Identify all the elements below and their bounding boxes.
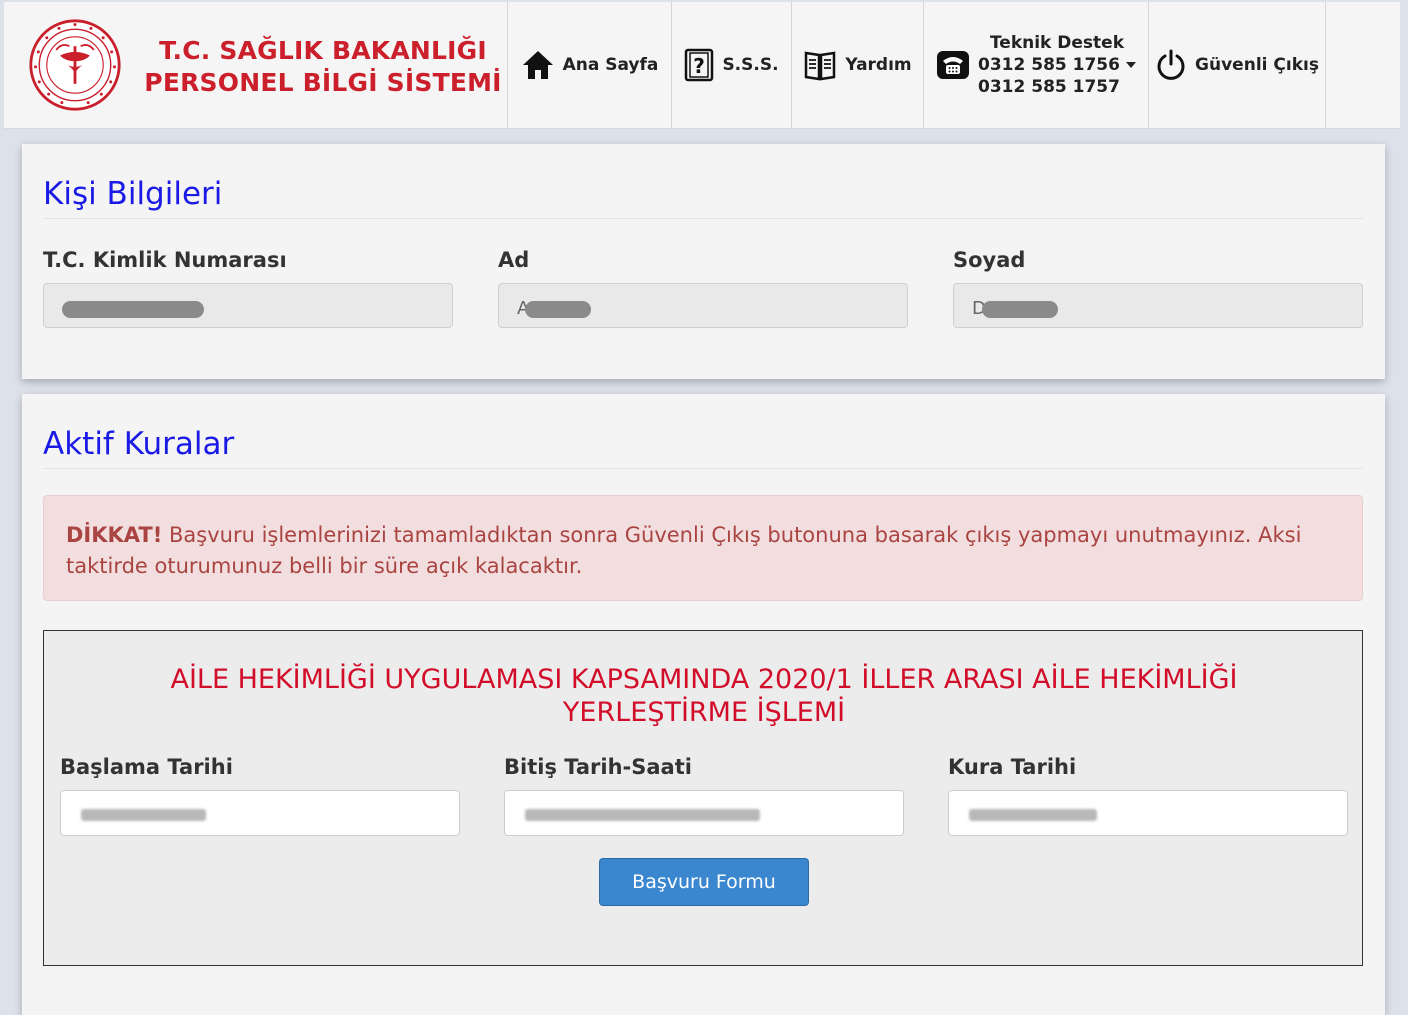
nav-logout[interactable]: Güvenli Çıkış bbox=[1148, 2, 1326, 128]
end-date-label: Bitiş Tarih-Saati bbox=[504, 755, 692, 779]
name-label: Ad bbox=[498, 248, 530, 272]
tech-support-text: Teknik Destek 0312 585 1756 0312 585 175… bbox=[978, 32, 1136, 98]
tc-label: T.C. Kimlik Numarası bbox=[43, 248, 287, 272]
tech-support-phone1-row: 0312 585 1756 bbox=[978, 54, 1136, 76]
end-date-field bbox=[504, 790, 904, 836]
draw-date-label: Kura Tarihi bbox=[948, 755, 1077, 779]
brand[interactable]: T.C. SAĞLIK BAKANLIĞI PERSONEL BİLGİ SİS… bbox=[4, 2, 507, 128]
person-panel: Kişi Bilgileri T.C. Kimlik Numarası Ad A… bbox=[22, 144, 1385, 379]
redaction-mark bbox=[62, 300, 204, 318]
nav-help[interactable]: Yardım bbox=[791, 2, 923, 128]
nav-help-label: Yardım bbox=[845, 55, 912, 75]
person-section-title: Kişi Bilgileri bbox=[43, 176, 1363, 219]
start-date-field bbox=[60, 790, 460, 836]
alert-strong: DİKKAT! bbox=[66, 523, 163, 547]
blurred-value bbox=[525, 808, 760, 821]
name-field: A bbox=[498, 283, 908, 328]
tc-field bbox=[43, 283, 453, 328]
tech-support-phone1: 0312 585 1756 bbox=[978, 55, 1120, 75]
nav-home-label: Ana Sayfa bbox=[562, 55, 659, 75]
nav-sss-label: S.S.S. bbox=[722, 55, 779, 75]
brand-title: T.C. SAĞLIK BAKANLIĞI PERSONEL BİLGİ SİS… bbox=[138, 35, 508, 99]
draw-date-field bbox=[948, 790, 1348, 836]
nav-home[interactable]: Ana Sayfa bbox=[507, 2, 671, 128]
nav-logout-label: Güvenli Çıkış bbox=[1195, 55, 1319, 75]
brand-title-line2: PERSONEL BİLGİ SİSTEMİ bbox=[144, 68, 502, 97]
chevron-down-icon bbox=[1125, 62, 1136, 68]
warning-alert: DİKKAT! Başvuru işlemlerinizi tamamladık… bbox=[43, 495, 1363, 601]
home-icon bbox=[521, 49, 555, 81]
nav-tech-support[interactable]: Teknik Destek 0312 585 1756 0312 585 175… bbox=[923, 2, 1148, 128]
rules-panel: Aktif Kuralar DİKKAT! Başvuru işlemlerin… bbox=[22, 394, 1385, 1015]
phone-icon bbox=[936, 50, 970, 80]
blurred-value bbox=[969, 808, 1097, 821]
surname-label: Soyad bbox=[953, 248, 1026, 272]
ministry-seal-icon bbox=[29, 19, 121, 111]
redaction-mark bbox=[525, 300, 592, 318]
rule-card: AİLE HEKİMLİĞİ UYGULAMASI KAPSAMINDA 202… bbox=[43, 630, 1363, 966]
top-header: T.C. SAĞLIK BAKANLIĞI PERSONEL BİLGİ SİS… bbox=[4, 2, 1400, 129]
question-icon: ? bbox=[684, 48, 714, 82]
redaction-mark bbox=[981, 300, 1058, 318]
svg-text:?: ? bbox=[694, 54, 706, 78]
tech-support-phone2: 0312 585 1757 bbox=[978, 77, 1120, 97]
power-icon bbox=[1155, 49, 1187, 81]
rule-title: AİLE HEKİMLİĞİ UYGULAMASI KAPSAMINDA 202… bbox=[170, 664, 1238, 728]
brand-title-line1: T.C. SAĞLIK BAKANLIĞI bbox=[159, 36, 487, 65]
tech-support-title: Teknik Destek bbox=[989, 33, 1125, 53]
book-icon bbox=[803, 49, 837, 81]
rules-section-title: Aktif Kuralar bbox=[43, 426, 1363, 469]
surname-field: D bbox=[953, 283, 1363, 328]
start-date-label: Başlama Tarihi bbox=[60, 755, 233, 779]
blurred-value bbox=[81, 808, 206, 821]
nav-sss[interactable]: ? S.S.S. bbox=[671, 2, 791, 128]
apply-form-button[interactable]: Başvuru Formu bbox=[599, 858, 809, 906]
alert-text: Başvuru işlemlerinizi tamamladıktan sonr… bbox=[66, 523, 1302, 578]
